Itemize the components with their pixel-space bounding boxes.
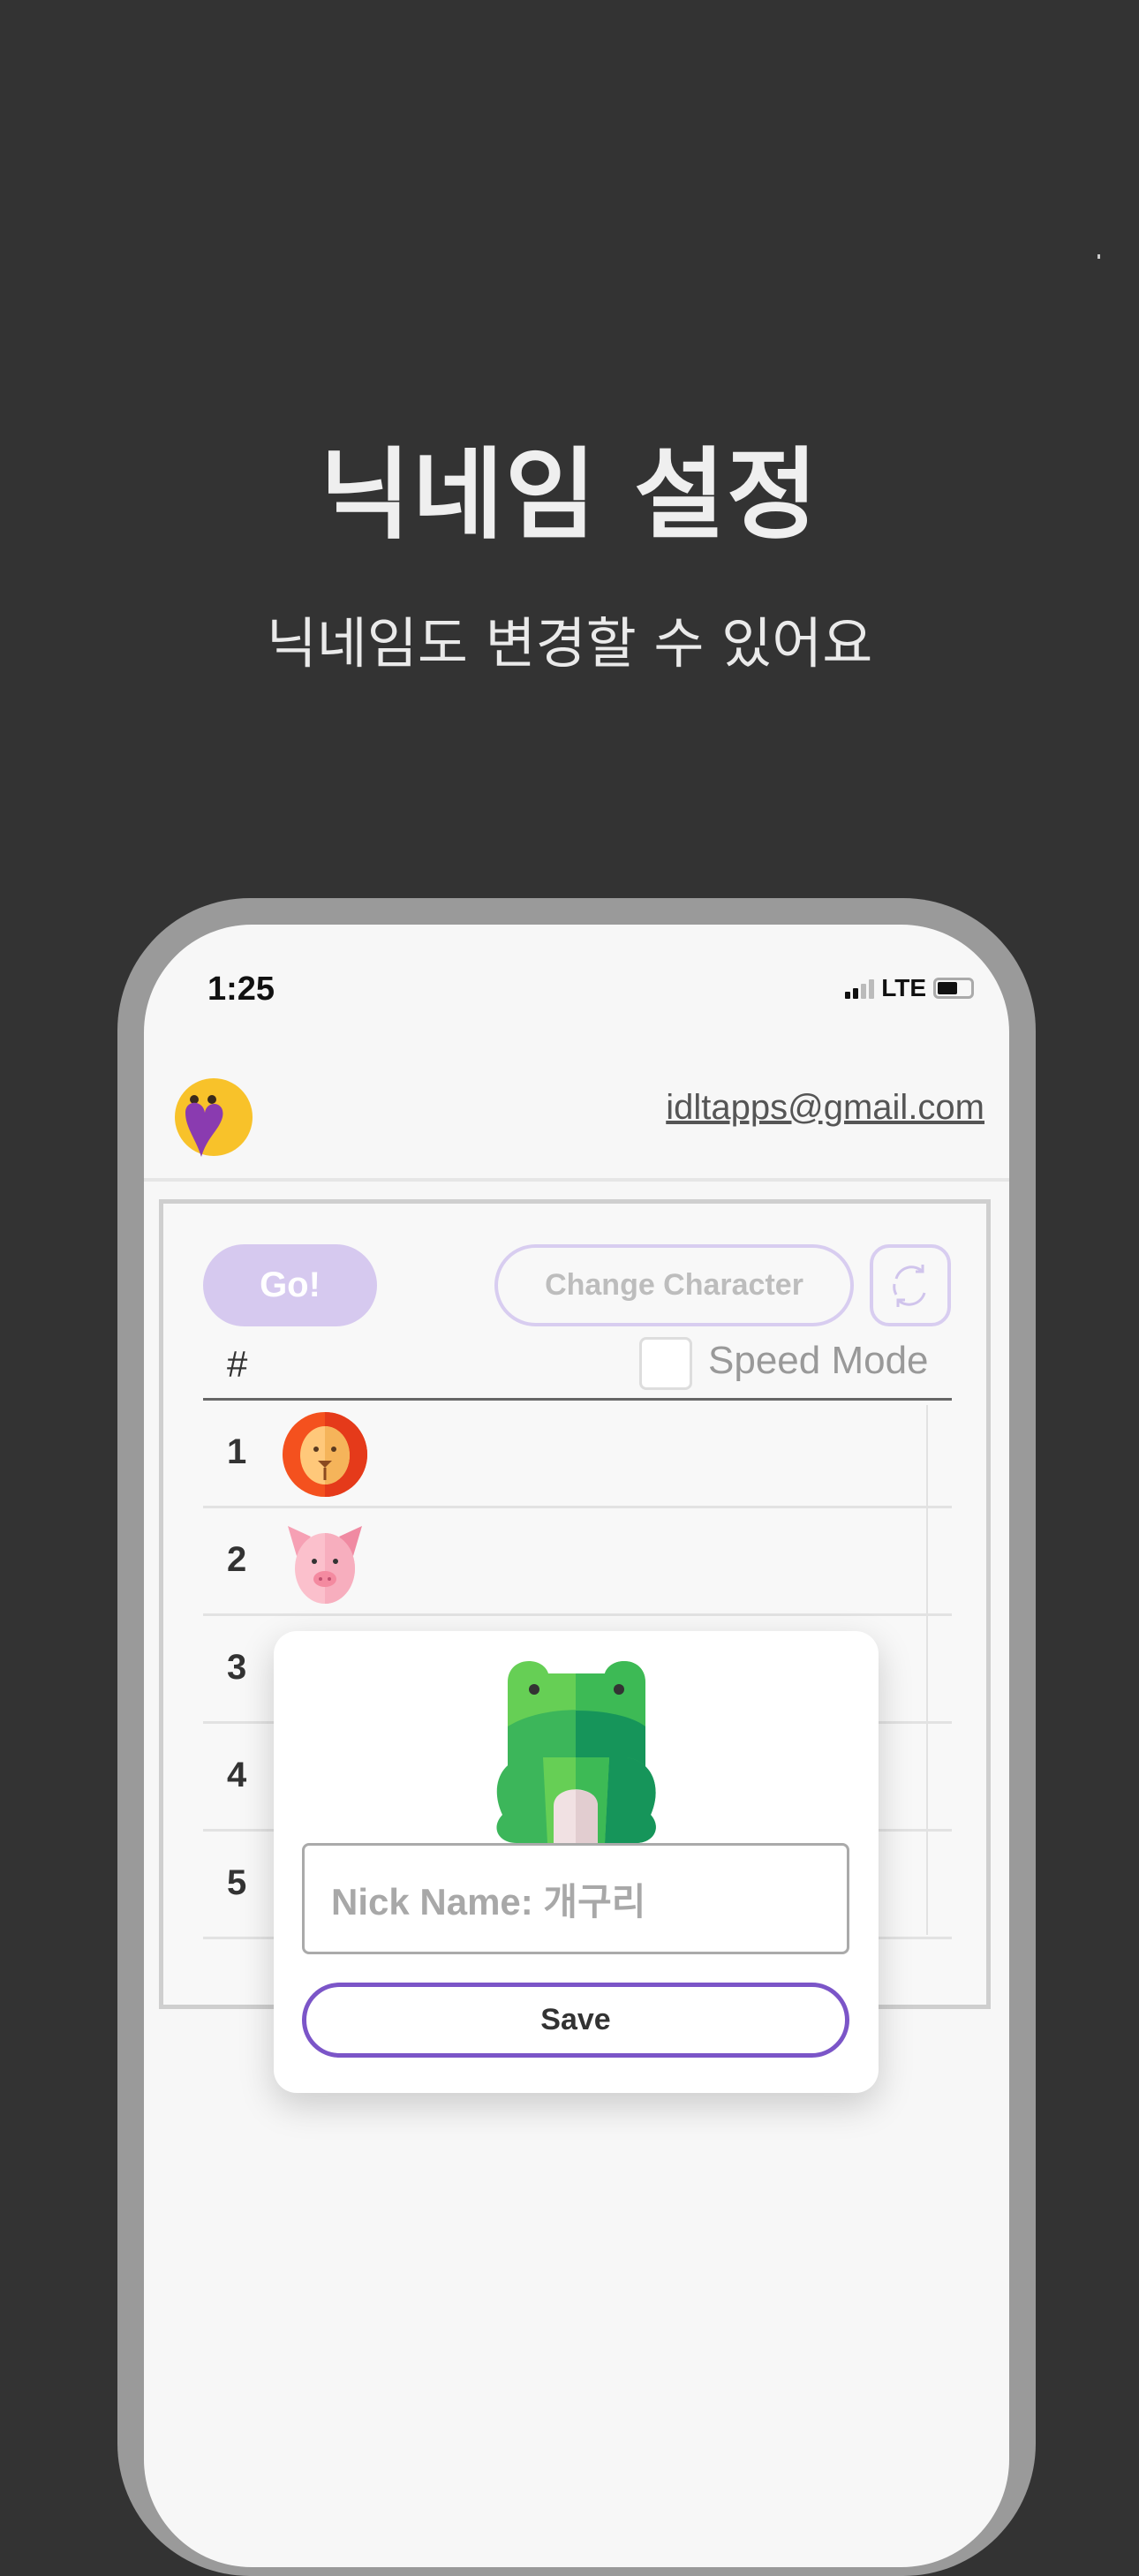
pig-icon [288,1526,362,1604]
signal-icon [845,978,875,999]
promo-subtitle: 닉네임도 변경할 수 있어요 [266,611,873,676]
rank-column-header: # [227,1343,248,1385]
promo-title: 닉네임 설정 [319,438,820,553]
save-button[interactable]: Save [302,1983,849,2058]
status-icons: LTE [845,974,974,1002]
nickname-dialog: Nick Name: 개구리 Save [274,1631,879,2093]
email-link[interactable]: idltapps@gmail.com [666,1088,984,1128]
hugging-heart-face-icon[interactable] [168,1073,256,1161]
table-row: 2 [203,1508,952,1616]
row-rank: 2 [227,1540,247,1579]
frog-icon [496,1661,656,1843]
nickname-input[interactable]: Nick Name: 개구리 [302,1843,849,1954]
change-character-button[interactable]: Change Character [494,1244,854,1326]
lion-icon [283,1412,367,1497]
table-row: 1 [203,1401,952,1508]
speed-mode-checkbox[interactable] [639,1337,692,1390]
header-divider [144,1178,1009,1182]
status-time: 1:25 [207,971,275,1008]
decorative-dot [1098,254,1100,259]
row-rank: 1 [227,1432,247,1471]
row-rank: 3 [227,1648,247,1687]
row-rank: 5 [227,1863,247,1902]
speed-mode-label[interactable]: Speed Mode [708,1339,929,1383]
network-label: LTE [881,974,926,1001]
refresh-button[interactable] [870,1244,951,1326]
refresh-icon [893,1264,926,1307]
battery-icon [933,978,974,999]
go-button[interactable]: Go! [203,1244,377,1326]
row-rank: 4 [227,1756,247,1794]
phone-screen: 1:25 LTE idltapps@gmail.com Go! Change C… [144,925,1009,2567]
